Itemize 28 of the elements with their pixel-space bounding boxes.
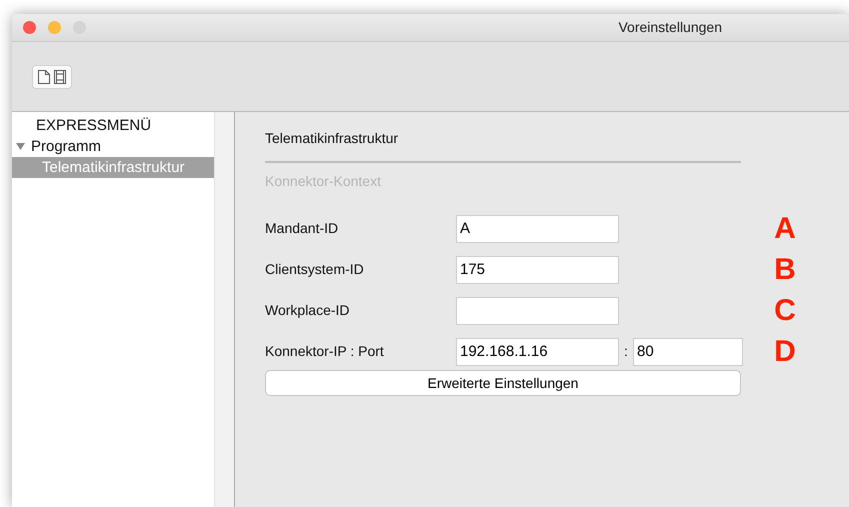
item-label: EXPRESSMENÜ (36, 118, 152, 133)
close-button[interactable] (23, 21, 36, 34)
sidebar-item[interactable]: Programm (12, 136, 214, 157)
minimize-button[interactable] (48, 21, 61, 34)
advanced-settings-button[interactable]: Erweiterte Einstellungen (265, 370, 741, 396)
film-strip-icon (53, 68, 67, 84)
input-field[interactable]: 175 (456, 256, 619, 284)
input-field[interactable] (456, 296, 619, 324)
port-field[interactable]: 80 (633, 338, 743, 366)
document-icon (37, 68, 51, 84)
field-label: Mandant-ID (265, 219, 340, 238)
window-title: Voreinstellungen (618, 18, 722, 37)
view-toggle-button[interactable] (32, 64, 72, 88)
field-label: Konnektor-IP : Port (265, 342, 385, 361)
marker-letter: B (773, 254, 797, 284)
sidebar-item[interactable]: EXPRESSMENÜ (12, 115, 214, 136)
disclosure-icon[interactable] (16, 142, 25, 151)
separator: : (623, 342, 629, 361)
item-label: Telematikinfrastruktur (42, 160, 185, 175)
item-label: Programm (31, 139, 102, 154)
field-label: Workplace-ID (265, 301, 351, 320)
input-field[interactable]: A (456, 214, 619, 242)
marker-letter: C (773, 296, 797, 326)
input-field[interactable]: 192.168.1.16 (456, 338, 619, 366)
marker-letter: D (773, 336, 797, 366)
field-label: Clientsystem-ID (265, 260, 365, 279)
panel-title: Telematikinfrastruktur (265, 129, 398, 148)
marker-letter: A (773, 214, 797, 244)
